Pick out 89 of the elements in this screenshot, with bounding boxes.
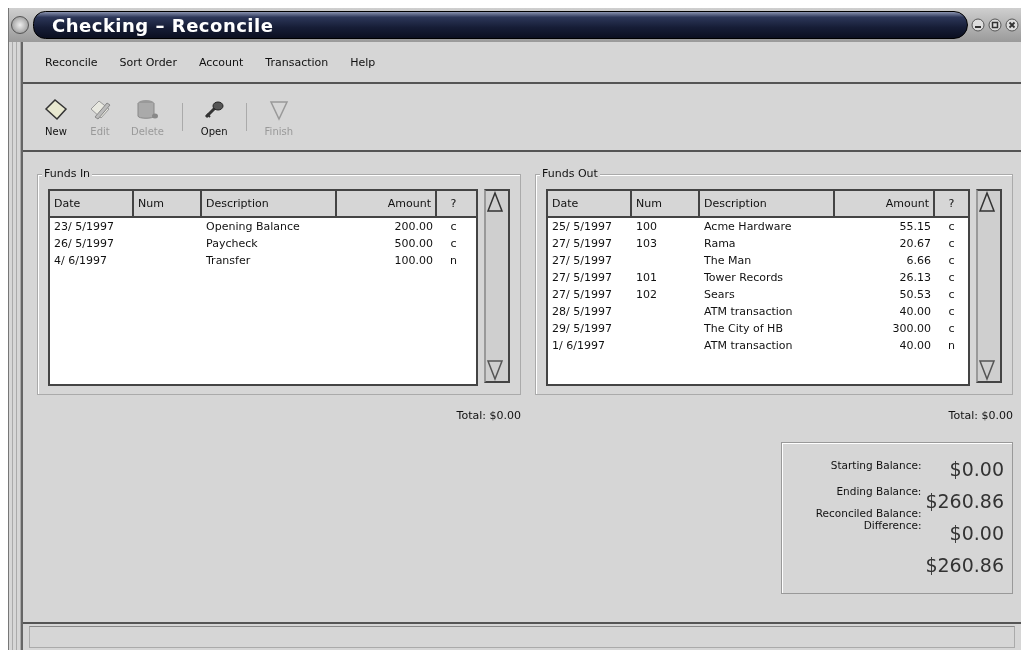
menu-item[interactable]: Sort Order [119,55,177,69]
table-cell-text: 27/ 5/1997 [551,254,613,267]
table-cell-text: Sears [703,288,736,301]
maximize-icon[interactable] [988,18,1002,32]
table-cell-text: 300.00 [891,322,932,335]
table-cell-text: The Man [703,254,753,267]
table-cell-text: The City of HB [703,322,784,335]
table-cell-text: 29/ 5/1997 [551,322,613,335]
column-header[interactable]: Description [700,191,835,216]
table-cell-text: 27/ 5/1997 [551,288,613,301]
scroll-down-icon[interactable] [486,359,504,381]
table-cell-text: c [449,220,458,233]
balance-label: Starting Balance: [830,459,922,471]
table-cell-text: c [947,254,956,267]
balance-value: $0.00 [949,457,1004,482]
table-cell-text: 20.67 [898,237,932,250]
table-cell-text: 26/ 5/1997 [53,237,115,250]
page-icon [43,97,69,123]
table-cell-text: 55.15 [898,220,932,233]
table-cell-text: 28/ 5/1997 [551,305,613,318]
table-cell-text: Paycheck [205,237,259,250]
column-header[interactable]: Num [134,191,202,216]
table-cell-text: n [449,254,458,267]
table-cell-text: Acme Hardware [703,220,793,233]
scroll-down-icon[interactable] [978,359,996,381]
window-title: Checking – Reconcile [52,14,274,36]
menu-item[interactable]: Help [350,55,376,69]
table-cell-text: 1/ 6/1997 [551,339,606,352]
table-cell-text: c [947,220,956,233]
table-cell-text: 40.00 [898,339,932,352]
menu-item[interactable]: Transaction [265,55,329,69]
table-cell-text: c [947,288,956,301]
table-cell-text: 100 [635,220,658,233]
scroll-up-icon[interactable] [978,191,996,213]
menu-item[interactable]: Reconcile [45,55,98,69]
group-title: Funds Out [540,167,600,180]
table-cell-text: c [947,237,956,250]
table-cell-text: 100.00 [393,254,434,267]
table-cell-text: Transfer [205,254,252,267]
table-cell-text: 40.00 [898,305,932,318]
menu-item[interactable]: Account [198,55,244,69]
table-cell-text: 23/ 5/1997 [53,220,115,233]
column-header[interactable]: Date [50,191,134,216]
scroll-up-icon[interactable] [486,191,504,213]
total-label: Total: $0.00 [948,409,1013,422]
table-cell-text: Rama [703,237,737,250]
table-cell-text: 101 [635,271,658,284]
group-title: Funds In [42,167,93,180]
close-icon[interactable] [1005,18,1019,32]
balance-label: Difference: [863,519,922,531]
table-cell-text: c [947,271,956,284]
balance-value: $260.86 [925,553,1004,578]
window-menu-button[interactable] [11,16,29,34]
column-header[interactable]: ? [437,191,470,216]
balance-value: $260.86 [925,489,1004,514]
table-cell-text: c [449,237,458,250]
balance-label: Ending Balance: [836,485,922,497]
table-cell-text: ATM transaction [703,339,794,352]
column-header[interactable]: Date [548,191,632,216]
table-cell-text: Opening Balance [205,220,301,233]
table-cell-text: ATM transaction [703,305,794,318]
table-cell-text: 27/ 5/1997 [551,237,613,250]
table-cell-text: 103 [635,237,658,250]
table-cell-text: 200.00 [393,220,434,233]
table-cell-text: n [947,339,956,352]
table-cell-text: c [947,305,956,318]
table-cell-text: 27/ 5/1997 [551,271,613,284]
table-cell-text: 26.13 [898,271,932,284]
table-cell-text: 25/ 5/1997 [551,220,613,233]
open-button[interactable]: Open [196,95,232,139]
table-cell-text: 102 [635,288,658,301]
balance-label: Reconciled Balance: [815,507,922,519]
new-button[interactable]: New [39,95,73,139]
total-label: Total: $0.00 [456,409,521,422]
column-header[interactable]: Amount [835,191,935,216]
column-header[interactable]: Amount [337,191,437,216]
table-cell-text: 500.00 [393,237,434,250]
column-header[interactable]: ? [935,191,968,216]
minimize-icon[interactable] [971,18,985,32]
table-cell-text: 6.66 [905,254,932,267]
column-header[interactable]: Num [632,191,700,216]
table-cell-text: c [947,322,956,335]
table-cell-text: 50.53 [898,288,932,301]
balance-value: $0.00 [949,521,1004,546]
column-header[interactable]: Description [202,191,337,216]
table-cell-text: 4/ 6/1997 [53,254,108,267]
scrollbar[interactable] [976,189,1002,383]
scrollbar[interactable] [484,189,510,383]
table-cell-text: Tower Records [703,271,785,284]
